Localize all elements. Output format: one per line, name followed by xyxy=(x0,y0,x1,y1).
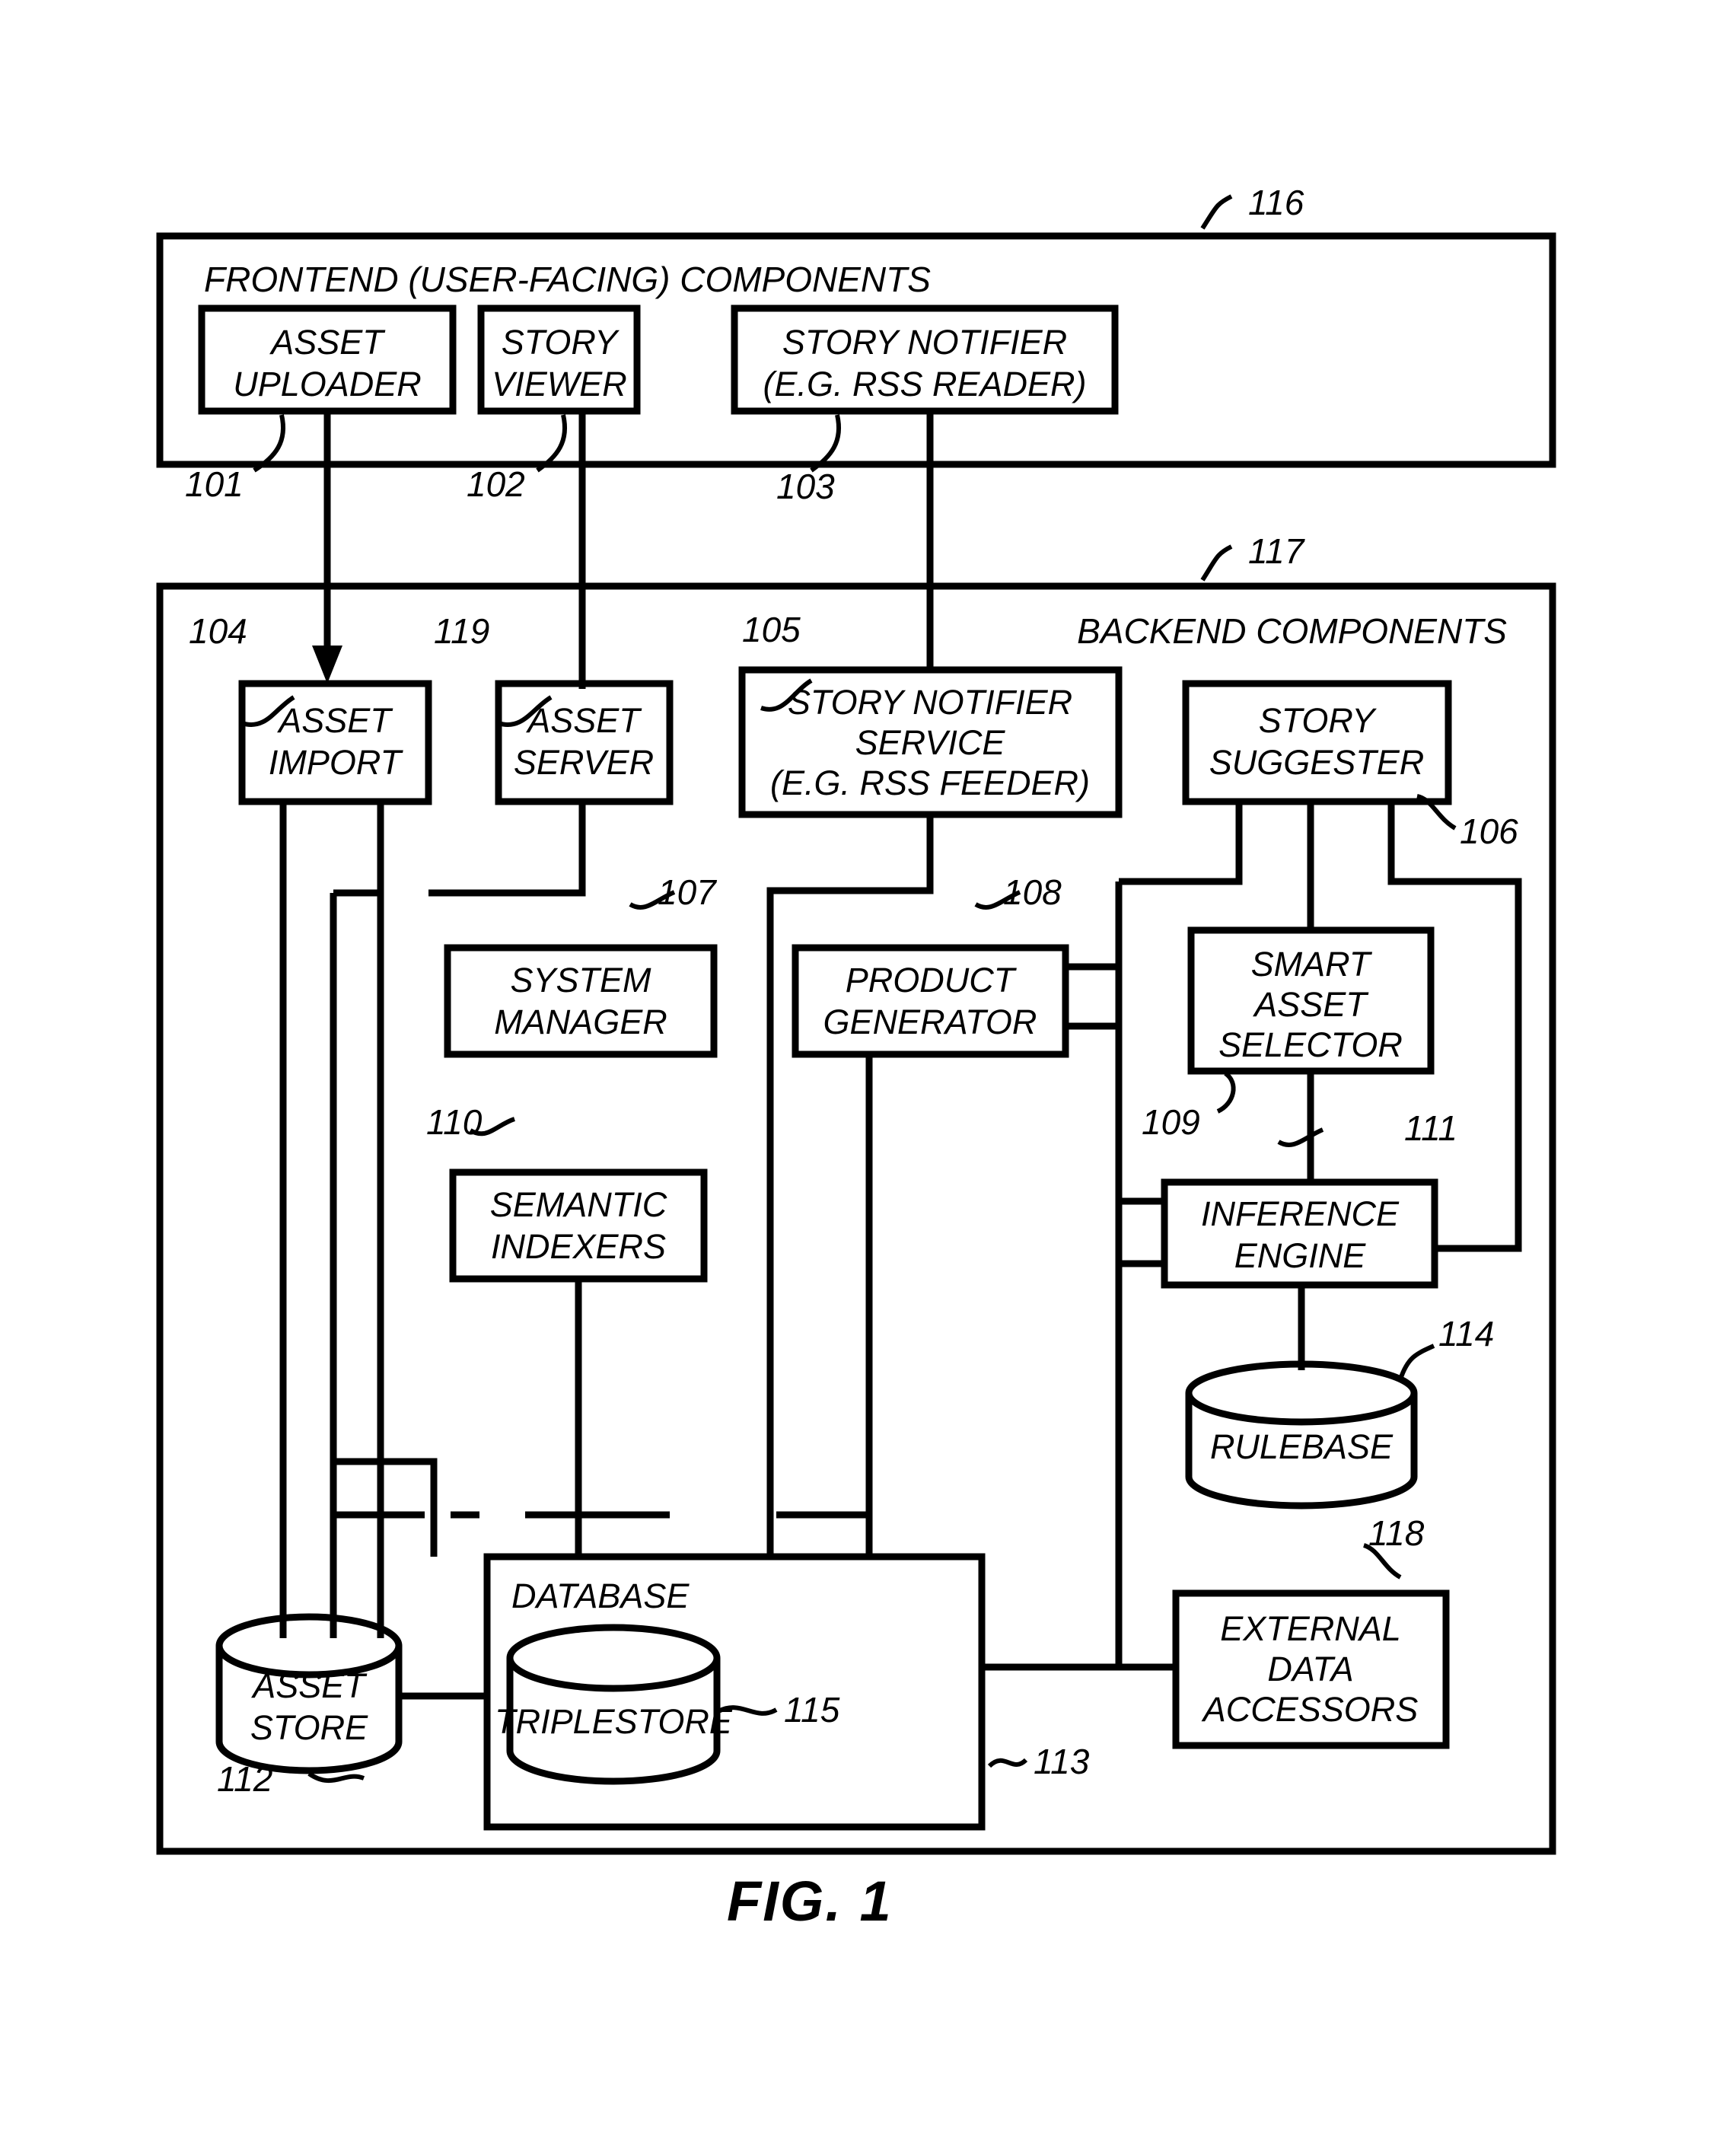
ref-116: 116 xyxy=(1248,183,1304,222)
label-triplestore: TRIPLESTORE xyxy=(495,1702,733,1741)
label-notifier-service-line1: STORY NOTIFIER xyxy=(788,683,1072,722)
wire-suggester-left-leg xyxy=(1119,802,1243,885)
label-system-manager-line1: SYSTEM xyxy=(510,961,651,999)
ref-119: 119 xyxy=(434,611,489,651)
ref-105: 105 xyxy=(742,610,801,649)
leader-114 xyxy=(1398,1344,1435,1380)
label-smart-asset-selector-line2: ASSET xyxy=(1252,985,1369,1024)
figure-caption: FIG. 1 xyxy=(727,1870,893,1933)
label-story-viewer-line1: STORY xyxy=(502,323,620,362)
label-asset-uploader-line2: UPLOADER xyxy=(233,365,422,403)
label-external-data-line3: ACCESSORS xyxy=(1201,1690,1419,1729)
ref-115: 115 xyxy=(784,1690,840,1730)
label-notifier-service-line2: SERVICE xyxy=(855,723,1006,762)
ref-101: 101 xyxy=(185,464,244,504)
label-inference-engine-line2: ENGINE xyxy=(1234,1236,1367,1275)
label-smart-asset-selector-line1: SMART xyxy=(1251,945,1373,984)
patent-figure-1: FRONTEND (USER-FACING) COMPONENTS ASSET … xyxy=(0,0,1736,2136)
diagram-canvas: FRONTEND (USER-FACING) COMPONENTS ASSET … xyxy=(156,183,1556,1855)
wire-asset-server-left xyxy=(428,802,586,897)
label-database-title: DATABASE xyxy=(511,1576,690,1615)
ref-111: 111 xyxy=(1404,1108,1457,1148)
ref-118: 118 xyxy=(1368,1513,1425,1553)
ref-113: 113 xyxy=(1034,1742,1090,1781)
leader-112 xyxy=(307,1771,365,1784)
label-story-suggester-line1: STORY xyxy=(1259,701,1378,740)
leader-109 xyxy=(1216,1071,1236,1114)
label-asset-store-line2: STORE xyxy=(250,1708,368,1747)
label-semantic-indexers-line2: INDEXERS xyxy=(491,1227,666,1266)
leader-117 xyxy=(1200,544,1233,582)
frontend-panel-title: FRONTEND (USER-FACING) COMPONENTS xyxy=(204,260,931,299)
ref-117: 117 xyxy=(1248,531,1305,571)
leader-116 xyxy=(1200,194,1233,230)
label-external-data-line2: DATA xyxy=(1267,1650,1353,1688)
wire-notifier-service-to-db xyxy=(766,815,934,1557)
label-system-manager-line2: MANAGER xyxy=(494,1003,667,1041)
ref-106: 106 xyxy=(1460,811,1518,851)
label-product-generator-line1: PRODUCT xyxy=(846,961,1018,999)
ref-104: 104 xyxy=(189,611,247,651)
label-story-notifier-line1: STORY NOTIFIER xyxy=(782,323,1067,362)
ref-103: 103 xyxy=(776,467,835,506)
label-asset-import-line1: ASSET xyxy=(276,701,393,740)
label-story-suggester-line2: SUGGESTER xyxy=(1209,743,1425,782)
label-asset-import-line2: IMPORT xyxy=(269,743,404,782)
label-story-notifier-line2: (E.G. RSS READER) xyxy=(763,365,1086,403)
label-asset-server-line1: ASSET xyxy=(525,701,642,740)
arrowhead-import xyxy=(312,646,342,684)
label-asset-uploader-line1: ASSET xyxy=(269,323,386,362)
ref-107: 107 xyxy=(658,872,717,912)
label-rulebase: RULEBASE xyxy=(1210,1427,1394,1466)
label-notifier-service-line3: (E.G. RSS FEEDER) xyxy=(770,764,1090,802)
label-asset-server-line2: SERVER xyxy=(514,743,654,782)
label-product-generator-line2: GENERATOR xyxy=(823,1003,1037,1041)
leader-111 xyxy=(1277,1127,1324,1147)
ref-109: 109 xyxy=(1142,1102,1200,1142)
label-inference-engine-line1: INFERENCE xyxy=(1201,1194,1400,1233)
ref-102: 102 xyxy=(467,464,525,504)
label-semantic-indexers-line1: SEMANTIC xyxy=(490,1185,667,1224)
label-story-viewer-line2: VIEWER xyxy=(492,365,627,403)
ref-114: 114 xyxy=(1438,1314,1494,1353)
leader-113 xyxy=(987,1758,1028,1768)
ref-110: 110 xyxy=(426,1102,483,1142)
label-external-data-line1: EXTERNAL xyxy=(1220,1609,1401,1648)
label-asset-store-line1: ASSET xyxy=(250,1666,368,1705)
ref-112: 112 xyxy=(217,1759,272,1799)
ref-108: 108 xyxy=(1003,872,1062,912)
label-smart-asset-selector-line3: SELECTOR xyxy=(1218,1025,1403,1064)
backend-panel-title: BACKEND COMPONENTS xyxy=(1077,611,1507,651)
